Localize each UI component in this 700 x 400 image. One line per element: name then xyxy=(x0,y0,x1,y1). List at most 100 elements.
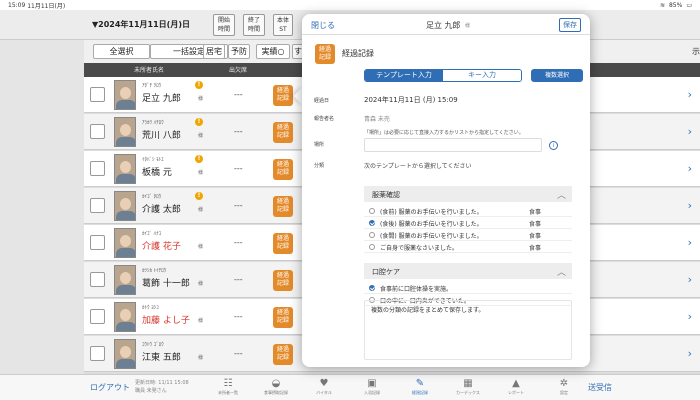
place-hint: 「場所」は必要に応じて直接入力するかリストから指定してください。 xyxy=(364,130,524,136)
tab-bath[interactable]: ▣ 入浴記録 xyxy=(351,378,393,400)
chevron-right-icon[interactable]: › xyxy=(688,347,692,360)
template-option[interactable]: (食間) 服薬のお手伝いを行いました。 食事 xyxy=(364,230,572,241)
group-title: 口腔ケア xyxy=(372,268,400,276)
chevron-right-icon[interactable]: › xyxy=(688,88,692,101)
heart-icon: ♥ xyxy=(319,378,329,389)
tab-template-input[interactable]: テンプレート入力 xyxy=(365,70,443,81)
last-updated-time: 更新日時: 11/11 15:08 xyxy=(135,380,189,386)
bottom-bar: ログアウト 更新日時: 11/11 15:08 職員 未発さん ☷ 未所者一覧 ◒ 食事… xyxy=(0,374,700,400)
tab-heart[interactable]: ♥ バイタル xyxy=(303,378,345,400)
option-radio[interactable] xyxy=(369,285,375,291)
option-radio[interactable] xyxy=(369,208,375,214)
progress-record-icon[interactable]: 経過 記録 xyxy=(273,233,293,254)
record-icon: ✎ xyxy=(415,378,425,389)
select-all-button[interactable]: 全選択 xyxy=(93,44,150,59)
tab-card[interactable]: ▦ カーデックス xyxy=(447,378,489,400)
category-label: 分類 xyxy=(314,163,325,169)
resident-name: 加藤 よし子 xyxy=(142,316,190,326)
progress-record-icon[interactable]: 経過 記録 xyxy=(273,344,293,365)
option-tag: 食事 xyxy=(529,209,542,216)
people-icon: ☷ xyxy=(223,378,233,389)
column-name: 未所者氏名 xyxy=(134,67,165,74)
logout-button[interactable]: ログアウト xyxy=(90,382,130,393)
option-radio[interactable] xyxy=(369,232,375,238)
row-checkbox[interactable] xyxy=(90,161,105,176)
place-label: 場所 xyxy=(314,142,325,148)
template-option[interactable]: ご自身で服薬なさいました。 食事 xyxy=(364,242,572,253)
card-icon: ▦ xyxy=(463,378,473,389)
progress-record-icon[interactable]: 経過 記録 xyxy=(273,159,293,180)
chevron-right-icon[interactable]: › xyxy=(688,162,692,175)
row-checkbox[interactable] xyxy=(90,87,105,102)
progress-record-icon[interactable]: 経過 記録 xyxy=(273,196,293,217)
chevron-up-icon[interactable]: ︿ xyxy=(557,188,566,201)
date-selector[interactable]: ▼2024年11月11日(月)日 xyxy=(92,19,190,30)
attendance-value: --- xyxy=(234,349,243,358)
popover-honorific: 様 xyxy=(465,23,471,29)
kyotaku-filter-button[interactable]: 居宅 xyxy=(203,44,225,59)
display-label: 示 xyxy=(692,47,700,56)
tab-meal[interactable]: ◒ 食事摂取記録 xyxy=(255,378,297,400)
row-checkbox[interactable] xyxy=(90,309,105,324)
chevron-right-icon[interactable]: › xyxy=(688,199,692,212)
row-checkbox[interactable] xyxy=(90,235,105,250)
popover-header: 閉じる 足立 九郎 様 保存 xyxy=(302,14,590,35)
honorific: 様 xyxy=(198,244,204,250)
summary-text[interactable]: 複数の分類の記録をまとめて保存します。 xyxy=(364,300,572,360)
jisseki-filter-button[interactable]: 実績○ xyxy=(256,44,290,59)
template-option[interactable]: (食後) 服薬のお手伝いを行いました。 食事 xyxy=(364,218,572,229)
progress-record-icon[interactable]: 経過 記録 xyxy=(273,307,293,328)
attendance-value: --- xyxy=(234,275,243,284)
end-time-button[interactable]: 終了 時間 xyxy=(243,14,265,36)
chevron-up-icon[interactable]: ︿ xyxy=(557,265,566,278)
tab-label: 経過記録 xyxy=(412,390,428,395)
chevron-right-icon[interactable]: › xyxy=(688,310,692,323)
resident-kana: ｶｲｺﾞ ﾊﾅｺ xyxy=(142,231,162,237)
group-title: 服薬確認 xyxy=(372,191,400,199)
date-value[interactable]: 2024年11月11日 (月) 15:09 xyxy=(364,95,458,105)
row-checkbox[interactable] xyxy=(90,272,105,287)
left-sidebar xyxy=(0,40,84,374)
honorific: 様 xyxy=(198,96,204,102)
resident-kana: ｱﾗｶﾜ ﾊﾁﾛｳ xyxy=(142,120,164,126)
option-radio[interactable] xyxy=(369,220,375,226)
tab-report[interactable]: ▲ レポート xyxy=(495,378,537,400)
progress-record-icon[interactable]: 経過 記録 xyxy=(273,122,293,143)
place-input[interactable] xyxy=(364,138,542,152)
avatar xyxy=(114,302,136,332)
main-st-button[interactable]: 本体 ST xyxy=(273,14,293,36)
close-button[interactable]: 閉じる xyxy=(311,20,335,31)
progress-record-icon[interactable]: 経過 記録 xyxy=(273,85,293,106)
battery-level: 85% xyxy=(668,1,683,9)
info-icon[interactable]: i xyxy=(549,141,558,150)
template-option[interactable]: 食事前に口腔体操を実施。 xyxy=(364,283,572,294)
group-header[interactable]: 服薬確認 ︿ xyxy=(364,186,572,202)
chevron-right-icon[interactable]: › xyxy=(688,236,692,249)
row-checkbox[interactable] xyxy=(90,198,105,213)
row-checkbox[interactable] xyxy=(90,346,105,361)
tab-key-input[interactable]: キー入力 xyxy=(443,70,521,81)
template-option[interactable]: (食前) 服薬のお手伝いを行いました。 食事 xyxy=(364,206,572,217)
start-time-button[interactable]: 開始 時間 xyxy=(213,14,235,36)
section-title: 経過記録 xyxy=(342,49,374,58)
chevron-right-icon[interactable]: › xyxy=(688,125,692,138)
save-button[interactable]: 保存 xyxy=(559,18,581,32)
group-header[interactable]: 口腔ケア ︿ xyxy=(364,263,572,279)
staff-name: 職員 未発さん xyxy=(135,388,167,394)
tab-settings[interactable]: ✲ 設定 xyxy=(543,378,585,400)
yobo-filter-button[interactable]: 予防 xyxy=(228,44,250,59)
tab-label: バイタル xyxy=(316,390,332,395)
row-checkbox[interactable] xyxy=(90,124,105,139)
tab-record[interactable]: ✎ 経過記録 xyxy=(399,378,441,400)
tab-people[interactable]: ☷ 未所者一覧 xyxy=(207,378,249,400)
option-text: (食間) 服薬のお手伝いを行いました。 xyxy=(380,233,483,240)
chevron-right-icon[interactable]: › xyxy=(688,273,692,286)
tab-label: カーデックス xyxy=(456,390,480,395)
avatar xyxy=(114,265,136,295)
attendance-value: --- xyxy=(234,238,243,247)
sync-button[interactable]: 送受信 xyxy=(588,382,612,393)
multi-select-button[interactable]: 複数選択 xyxy=(531,69,583,82)
progress-record-icon[interactable]: 経過 記録 xyxy=(273,270,293,291)
option-radio[interactable] xyxy=(369,244,375,250)
alert-badge: ! xyxy=(195,118,203,126)
